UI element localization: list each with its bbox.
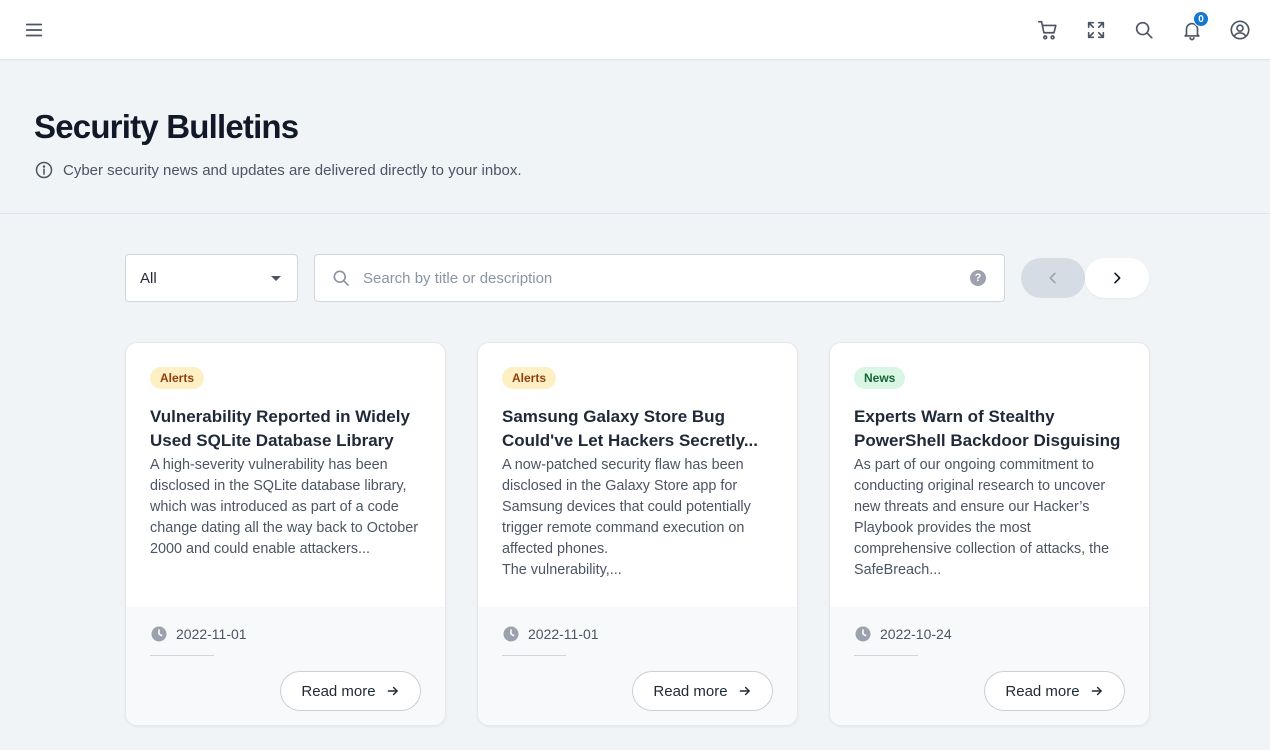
page-subtitle: Cyber security news and updates are deli…	[63, 161, 522, 179]
read-more-label: Read more	[653, 682, 728, 700]
date-row: 2022-10-24	[854, 625, 952, 643]
page-title: Security Bulletins	[34, 108, 299, 145]
card-footer: 2022-11-01 Read more	[126, 607, 445, 725]
divider	[854, 655, 918, 656]
card-title[interactable]: Experts Warn of Stealthy PowerShell Back…	[854, 405, 1125, 453]
clock-icon	[503, 626, 519, 642]
read-more-button[interactable]: Read more	[984, 671, 1125, 711]
card-footer: 2022-11-01 Read more	[478, 607, 797, 725]
notifications-button[interactable]: 0	[1176, 11, 1209, 46]
card-footer: 2022-10-24 Read more	[830, 607, 1149, 725]
subtitle-row: Cyber security news and updates are deli…	[34, 160, 522, 180]
account-circle-icon[interactable]	[1224, 14, 1256, 46]
help-icon[interactable]: ?	[970, 270, 986, 286]
search-field: ?	[314, 254, 1005, 302]
next-page-button[interactable]	[1085, 258, 1149, 298]
arrow-right-icon	[739, 686, 750, 696]
card-description: A high-severity vulnerability has been d…	[150, 457, 418, 557]
fullscreen-icon[interactable]	[1080, 14, 1112, 46]
date-row: 2022-11-01	[150, 625, 247, 643]
arrow-right-icon	[1091, 686, 1102, 696]
search-icon	[333, 270, 349, 286]
bulletin-card: News Experts Warn of Stealthy PowerShell…	[829, 342, 1150, 726]
card-description: A now-patched security flaw has been dis…	[502, 457, 751, 578]
chevron-left-icon	[1049, 272, 1056, 284]
category-tag: Alerts	[150, 367, 205, 389]
page-header: Security Bulletins Cyber security news a…	[0, 60, 1270, 214]
card-date: 2022-11-01	[176, 626, 247, 642]
card-body: Alerts Vulnerability Reported in Widely …	[126, 343, 445, 607]
search-input[interactable]	[363, 256, 953, 300]
card-description: As part of our ongoing commitment to con…	[854, 457, 1110, 578]
previous-page-button[interactable]	[1021, 258, 1085, 298]
category-select[interactable]: All	[125, 254, 298, 302]
top-app-bar: 0	[0, 0, 1270, 60]
clock-icon	[151, 626, 167, 642]
category-tag: News	[854, 367, 906, 389]
arrow-right-icon	[387, 686, 398, 696]
read-more-button[interactable]: Read more	[632, 671, 773, 711]
category-selected-value: All	[140, 269, 157, 287]
search-icon[interactable]	[1128, 14, 1160, 46]
divider	[150, 655, 214, 656]
read-more-label: Read more	[301, 682, 376, 700]
card-body: News Experts Warn of Stealthy PowerShell…	[830, 343, 1149, 607]
card-date: 2022-10-24	[880, 626, 952, 642]
date-row: 2022-11-01	[502, 625, 599, 643]
info-icon	[35, 161, 53, 179]
card-date: 2022-11-01	[528, 626, 599, 642]
card-title[interactable]: Vulnerability Reported in Widely Used SQ…	[150, 405, 421, 453]
menu-icon[interactable]	[18, 14, 50, 46]
chevron-right-icon	[1114, 272, 1121, 284]
read-more-button[interactable]: Read more	[280, 671, 421, 711]
clock-icon	[855, 626, 871, 642]
read-more-label: Read more	[1005, 682, 1080, 700]
cart-icon[interactable]	[1032, 14, 1064, 46]
card-body: Alerts Samsung Galaxy Store Bug Could've…	[478, 343, 797, 607]
divider	[502, 655, 566, 656]
card-title[interactable]: Samsung Galaxy Store Bug Could've Let Ha…	[502, 405, 773, 453]
notification-count-badge: 0	[1193, 11, 1209, 27]
caret-down-icon	[271, 276, 281, 281]
bulletin-card: Alerts Samsung Galaxy Store Bug Could've…	[477, 342, 798, 726]
bulletin-card: Alerts Vulnerability Reported in Widely …	[125, 342, 446, 726]
category-tag: Alerts	[502, 367, 557, 389]
